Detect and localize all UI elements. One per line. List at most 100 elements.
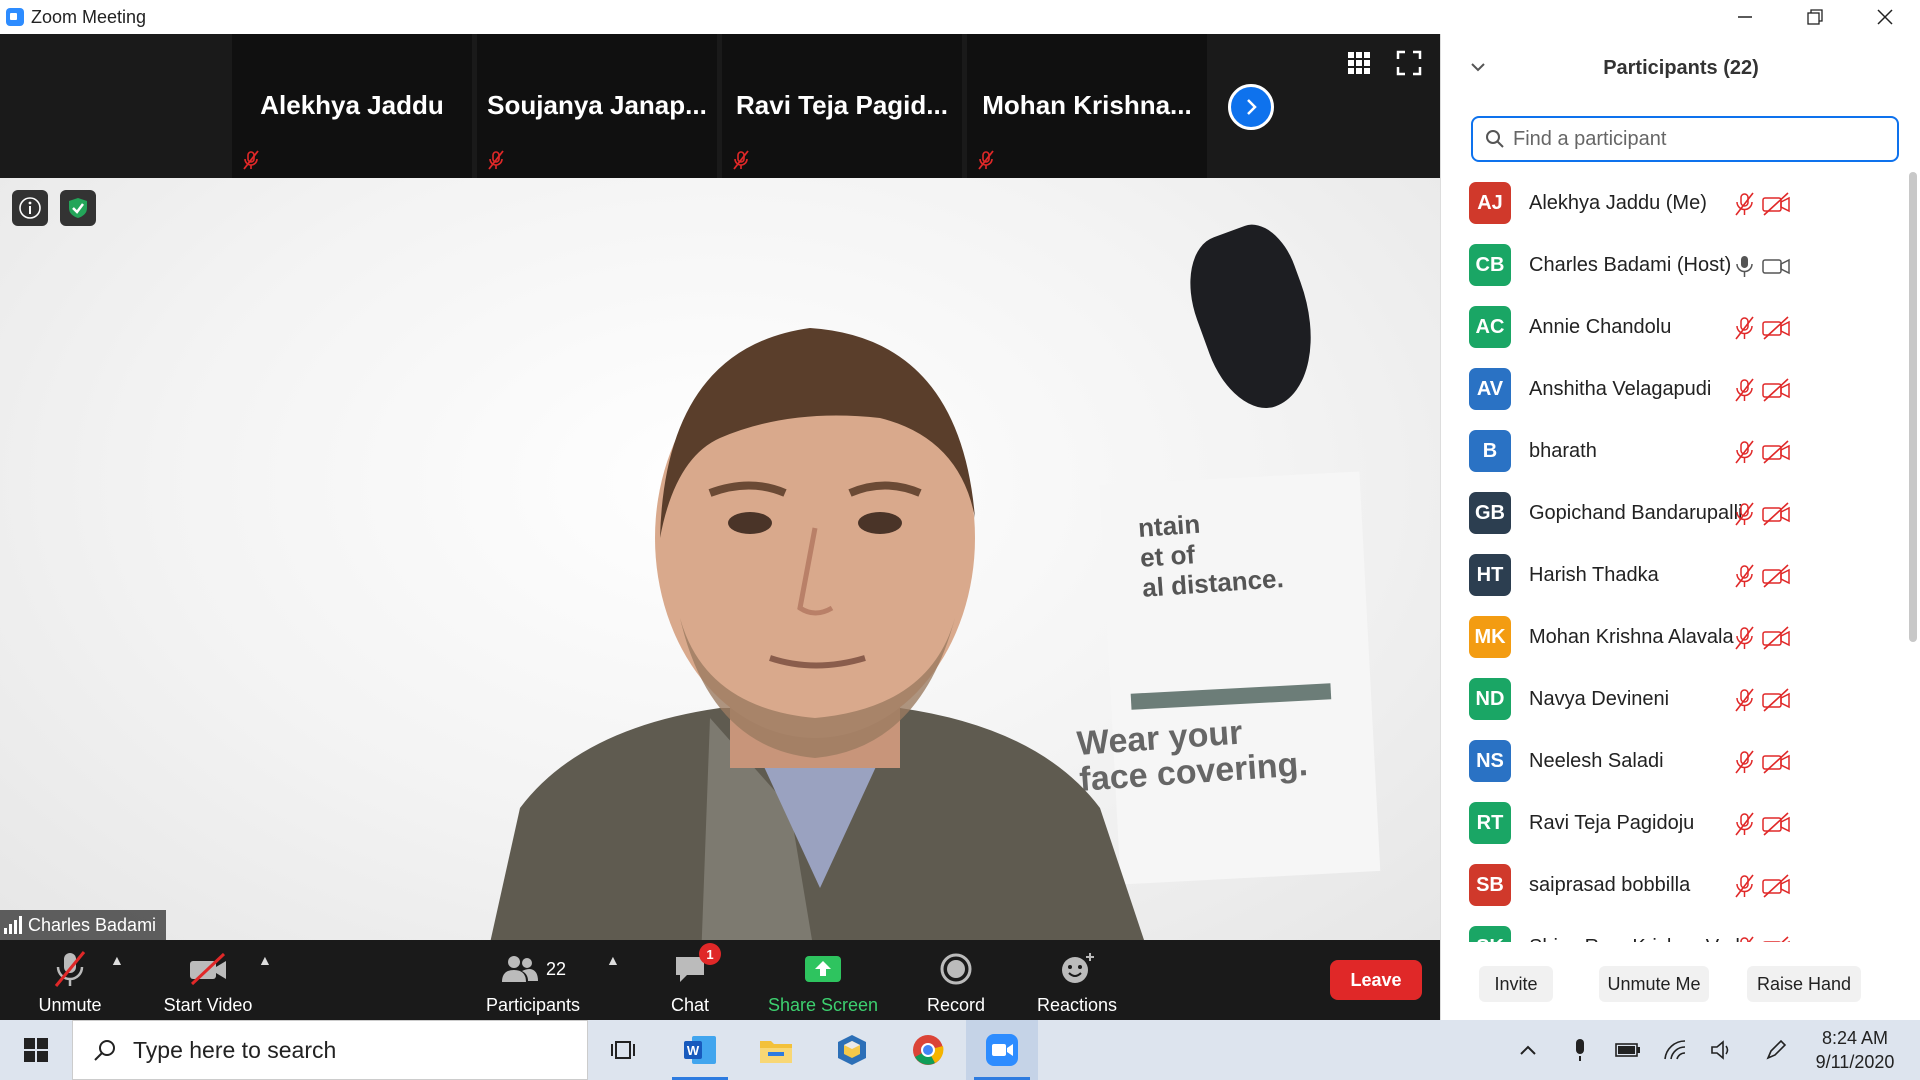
audio-options-caret[interactable]: ▲ — [110, 952, 124, 968]
video-off-icon[interactable] — [1761, 626, 1790, 650]
participant-row[interactable]: RT Ravi Teja Pagidoju — [1441, 792, 1911, 854]
muted-mic-icon — [54, 951, 86, 987]
tile-name: Soujanya Janap... — [487, 90, 707, 120]
taskbar-virtualbox-app[interactable] — [816, 1020, 888, 1080]
reactions-label: Reactions — [1036, 995, 1118, 1015]
participant-row[interactable]: ND Navya Devineni — [1441, 668, 1911, 730]
participant-row[interactable]: MK Mohan Krishna Alavala — [1441, 606, 1911, 668]
muted-mic-icon[interactable] — [1731, 378, 1757, 402]
video-off-icon[interactable] — [1761, 316, 1790, 340]
video-off-icon[interactable] — [1761, 750, 1790, 774]
gallery-tile[interactable]: Mohan Krishna... — [967, 34, 1207, 178]
encryption-button[interactable] — [60, 190, 96, 226]
taskbar-clock[interactable]: 8:24 AM 9/11/2020 — [1800, 1026, 1910, 1074]
taskbar-file-explorer[interactable] — [740, 1020, 812, 1080]
invite-button[interactable]: Invite — [1479, 966, 1553, 1002]
muted-mic-icon[interactable] — [1731, 564, 1757, 588]
fullscreen-icon[interactable] — [1396, 50, 1422, 76]
participant-row[interactable]: AC Annie Chandolu — [1441, 296, 1911, 358]
participant-row[interactable]: NS Neelesh Saladi — [1441, 730, 1911, 792]
start-video-label: Start Video — [163, 995, 253, 1015]
restore-button[interactable] — [1780, 0, 1850, 34]
video-off-icon[interactable] — [1761, 378, 1790, 402]
window-title: Zoom Meeting — [31, 6, 147, 27]
participant-row[interactable]: AV Anshitha Velagapudi — [1441, 358, 1911, 420]
gallery-view-icon[interactable] — [1346, 50, 1372, 76]
share-screen-button[interactable]: Share Screen — [762, 940, 884, 1020]
clock-date: 9/11/2020 — [1815, 1052, 1895, 1072]
muted-mic-icon[interactable] — [1731, 812, 1757, 836]
muted-mic-icon[interactable] — [1731, 502, 1757, 526]
avatar: CB — [1469, 244, 1511, 286]
participant-row[interactable]: SB saiprasad bobbilla — [1441, 854, 1911, 916]
close-button[interactable] — [1850, 0, 1920, 34]
unmute-button[interactable]: Unmute — [28, 940, 112, 1020]
zoom-app: Zoom Meeting Alekhya Jaddu Soujanya Jana… — [0, 0, 1920, 1080]
task-view-icon — [611, 1041, 635, 1059]
gallery-tile[interactable]: Ravi Teja Pagid... — [722, 34, 962, 178]
participants-options-caret[interactable]: ▲ — [606, 952, 620, 968]
start-button[interactable] — [0, 1020, 72, 1080]
avatar: ND — [1469, 678, 1511, 720]
muted-mic-icon[interactable] — [1731, 192, 1757, 216]
start-video-button[interactable]: Start Video — [158, 940, 258, 1020]
unmute-me-button[interactable]: Unmute Me — [1599, 966, 1709, 1002]
tray-battery[interactable] — [1608, 1020, 1648, 1080]
record-button[interactable]: Record — [916, 940, 996, 1020]
participant-search-input[interactable] — [1513, 127, 1873, 151]
taskbar-chrome-app[interactable] — [892, 1020, 964, 1080]
video-off-icon[interactable] — [1761, 812, 1790, 836]
meeting-info-button[interactable] — [12, 190, 48, 226]
participant-row[interactable]: Bbharath — [1441, 420, 1911, 482]
share-screen-icon — [805, 956, 841, 982]
battery-icon — [1615, 1043, 1640, 1057]
muted-mic-icon — [488, 150, 504, 170]
tray-volume[interactable] — [1702, 1020, 1742, 1080]
next-page-button[interactable] — [1228, 84, 1274, 130]
taskbar-search-box[interactable]: Type here to search — [72, 1020, 588, 1080]
task-view-button[interactable] — [588, 1020, 660, 1080]
mic-icon[interactable] — [1731, 254, 1757, 278]
show-hidden-icons-button[interactable] — [1508, 1020, 1548, 1080]
leave-button[interactable]: Leave — [1330, 960, 1422, 1000]
gallery-tile[interactable]: Alekhya Jaddu — [232, 34, 472, 178]
minimize-button[interactable] — [1710, 0, 1780, 34]
avatar: NS — [1469, 740, 1511, 782]
avatar: AV — [1469, 368, 1511, 410]
participant-name: Anshitha Velagapudi — [1529, 377, 1712, 400]
video-off-icon[interactable] — [1761, 688, 1790, 712]
participants-button[interactable]: 22 Participants — [478, 940, 588, 1020]
muted-mic-icon[interactable] — [1731, 874, 1757, 898]
participant-search[interactable] — [1471, 116, 1899, 162]
active-speaker-video: ntain et of al distance. Wear your face … — [0, 178, 1440, 940]
tray-microphone[interactable] — [1560, 1020, 1600, 1080]
video-off-icon[interactable] — [1761, 502, 1790, 526]
muted-mic-icon[interactable] — [1731, 626, 1757, 650]
participant-list-scrollbar[interactable] — [1909, 172, 1917, 642]
video-off-icon[interactable] — [1761, 564, 1790, 588]
muted-mic-icon[interactable] — [1731, 750, 1757, 774]
muted-mic-icon[interactable] — [1731, 688, 1757, 712]
participant-row[interactable]: SKShiva Ram Krishna Vadrapu — [1441, 916, 1911, 942]
video-off-icon[interactable] — [1761, 192, 1790, 216]
video-options-caret[interactable]: ▲ — [258, 952, 272, 968]
participant-name: Gopichand Bandarupalli — [1529, 501, 1743, 524]
video-off-icon[interactable] — [1761, 440, 1790, 464]
participant-row[interactable]: CB Charles Badami (Host) — [1441, 234, 1911, 296]
participant-row[interactable]: AJ Alekhya Jaddu (Me) — [1441, 172, 1911, 234]
muted-mic-icon[interactable] — [1731, 316, 1757, 340]
taskbar-word-app[interactable]: W — [664, 1020, 736, 1080]
tray-pen[interactable] — [1756, 1020, 1796, 1080]
taskbar-zoom-app[interactable] — [966, 1020, 1038, 1080]
raise-hand-button[interactable]: Raise Hand — [1747, 966, 1861, 1002]
gallery-tile[interactable]: Soujanya Janap... — [477, 34, 717, 178]
reactions-button[interactable]: Reactions — [1030, 940, 1124, 1020]
video-off-icon[interactable] — [1761, 874, 1790, 898]
participant-row[interactable]: HT Harish Thadka — [1441, 544, 1911, 606]
tray-network[interactable] — [1656, 1020, 1696, 1080]
tile-name: Mohan Krishna... — [982, 90, 1192, 120]
chat-button[interactable]: 1 Chat — [660, 940, 721, 1020]
participant-row[interactable]: GB Gopichand Bandarupalli — [1441, 482, 1911, 544]
video-icon[interactable] — [1761, 254, 1790, 278]
muted-mic-icon[interactable] — [1731, 440, 1757, 464]
